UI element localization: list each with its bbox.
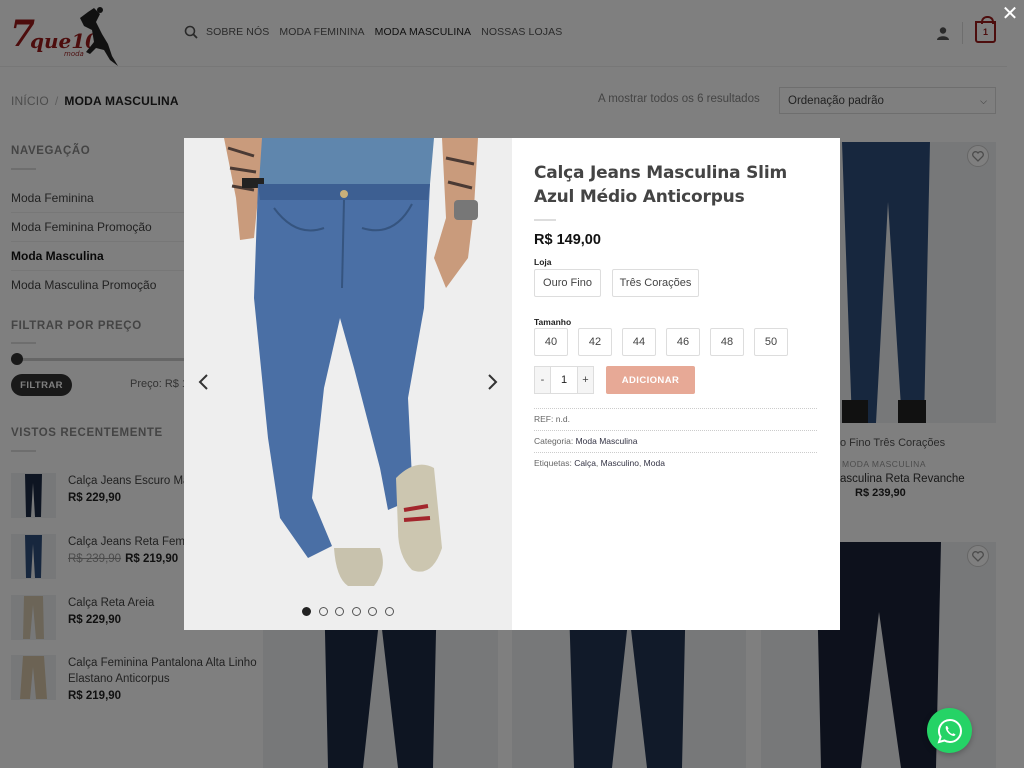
add-to-cart-button[interactable]: ADICIONAR	[606, 366, 695, 394]
gallery-dot[interactable]	[302, 607, 311, 616]
close-icon[interactable]: ✕	[1000, 4, 1020, 24]
product-title: Calça Jeans Masculina Slim Azul Médio An…	[534, 163, 787, 207]
ref-value: n.d.	[555, 414, 570, 424]
store-label: Loja	[534, 257, 552, 267]
gallery-dot[interactable]	[351, 607, 361, 616]
gallery-next-arrow-icon[interactable]	[481, 370, 505, 394]
whatsapp-icon	[937, 718, 962, 743]
product-tags: Etiquetas: Calça, Masculino, Moda	[534, 452, 817, 472]
whatsapp-chat-button[interactable]	[927, 708, 972, 753]
product-ref: REF: n.d.	[534, 408, 817, 428]
size-option-50[interactable]: 50	[754, 328, 788, 356]
category-link[interactable]: Moda Masculina	[576, 436, 638, 446]
quantity-stepper: - 1 +	[534, 366, 594, 394]
tag-link[interactable]: Calça	[574, 458, 596, 468]
ref-label: REF:	[534, 414, 554, 424]
gallery-dot[interactable]	[368, 607, 377, 616]
product-category: Categoria: Moda Masculina	[534, 430, 817, 450]
gallery-dot[interactable]	[384, 607, 394, 616]
product-photo	[184, 138, 512, 630]
gallery-dot[interactable]	[335, 607, 344, 616]
store-option-tres-coracoes[interactable]: Três Corações	[612, 269, 699, 297]
store-option-ouro-fino[interactable]: Ouro Fino	[534, 269, 601, 297]
quantity-minus-button[interactable]: -	[535, 367, 550, 393]
tags-label: Etiquetas:	[534, 458, 572, 468]
gallery-prev-arrow-icon[interactable]	[191, 370, 215, 394]
gallery-dots	[302, 607, 401, 616]
quick-view-modal: Calça Jeans Masculina Slim Azul Médio An…	[184, 138, 840, 630]
quantity-input[interactable]: 1	[550, 367, 578, 393]
category-label: Categoria:	[534, 436, 574, 446]
size-label: Tamanho	[534, 317, 572, 327]
tag-link[interactable]: Moda	[644, 458, 665, 468]
product-gallery	[184, 138, 512, 630]
size-option-48[interactable]: 48	[710, 328, 744, 356]
gallery-dot[interactable]	[318, 607, 328, 616]
tag-link[interactable]: Masculino	[601, 458, 639, 468]
size-option-40[interactable]: 40	[534, 328, 568, 356]
title-divider	[534, 219, 556, 221]
size-option-44[interactable]: 44	[622, 328, 656, 356]
quantity-plus-button[interactable]: +	[578, 367, 593, 393]
size-option-42[interactable]: 42	[578, 328, 612, 356]
size-option-46[interactable]: 46	[666, 328, 700, 356]
product-price: R$ 149,00	[534, 232, 601, 248]
